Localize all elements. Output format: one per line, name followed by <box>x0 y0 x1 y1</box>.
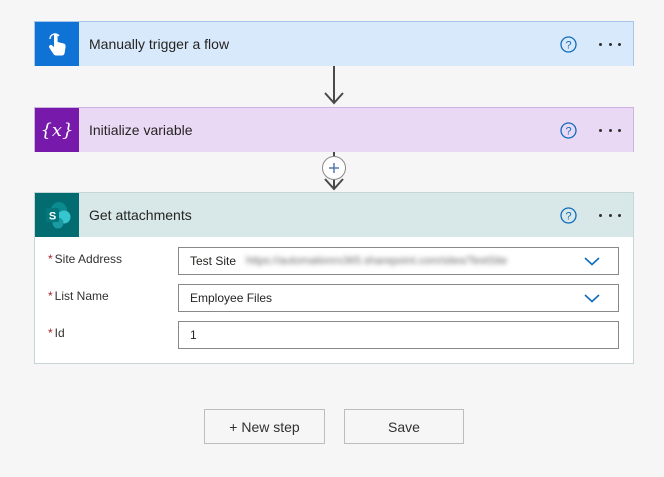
step-title: Initialize variable <box>89 122 193 138</box>
site-address-label: * Site Address <box>48 252 123 266</box>
more-options-icon[interactable] <box>599 207 621 223</box>
list-name-value: Employee Files <box>190 291 273 305</box>
arrow-down-icon <box>324 92 344 105</box>
step-header[interactable]: S Get attachments ? <box>35 193 633 237</box>
svg-text:?: ? <box>565 39 571 51</box>
svg-text:?: ? <box>565 125 571 137</box>
save-button[interactable]: Save <box>344 409 464 444</box>
trigger-step-card[interactable]: Manually trigger a flow ? <box>34 21 634 66</box>
new-step-button[interactable]: + New step <box>204 409 325 444</box>
step-header[interactable]: {x} Initialize variable ? <box>35 108 633 152</box>
arrow-down-icon <box>324 178 344 191</box>
plus-icon <box>329 163 339 173</box>
sharepoint-icon: S <box>35 193 79 237</box>
chevron-down-icon[interactable] <box>584 292 600 304</box>
variable-icon: {x} <box>35 108 79 152</box>
site-address-url: https://automationrx365.sharepoint.com/s… <box>246 255 508 267</box>
list-name-row: * List Name Employee Files <box>35 284 633 312</box>
help-icon[interactable]: ? <box>560 35 577 53</box>
site-address-dropdown[interactable]: Test Site https://automationrx365.sharep… <box>178 247 619 275</box>
more-options-icon[interactable] <box>599 36 621 52</box>
list-name-dropdown[interactable]: Employee Files <box>178 284 619 312</box>
svg-text:S: S <box>49 211 56 223</box>
site-address-value: Test Site <box>190 254 237 268</box>
id-input[interactable]: 1 <box>178 321 619 349</box>
id-label: * Id <box>48 326 65 340</box>
chevron-down-icon[interactable] <box>584 255 600 267</box>
step-title: Get attachments <box>89 207 192 223</box>
step-form: * Site Address Test Site https://automati… <box>35 237 633 349</box>
initialize-variable-card[interactable]: {x} Initialize variable ? <box>34 107 634 152</box>
step-title: Manually trigger a flow <box>89 36 230 52</box>
help-icon[interactable]: ? <box>560 206 577 224</box>
list-name-label: * List Name <box>48 289 109 303</box>
help-icon[interactable]: ? <box>560 121 577 139</box>
hand-tap-icon <box>35 22 79 66</box>
step-header[interactable]: Manually trigger a flow ? <box>35 22 633 66</box>
id-value: 1 <box>190 328 197 342</box>
id-row: * Id 1 <box>35 321 633 349</box>
svg-text:?: ? <box>565 210 571 222</box>
get-attachments-card[interactable]: S Get attachments ? * Site Address Test S… <box>34 192 634 364</box>
site-address-row: * Site Address Test Site https://automati… <box>35 247 633 275</box>
more-options-icon[interactable] <box>599 122 621 138</box>
